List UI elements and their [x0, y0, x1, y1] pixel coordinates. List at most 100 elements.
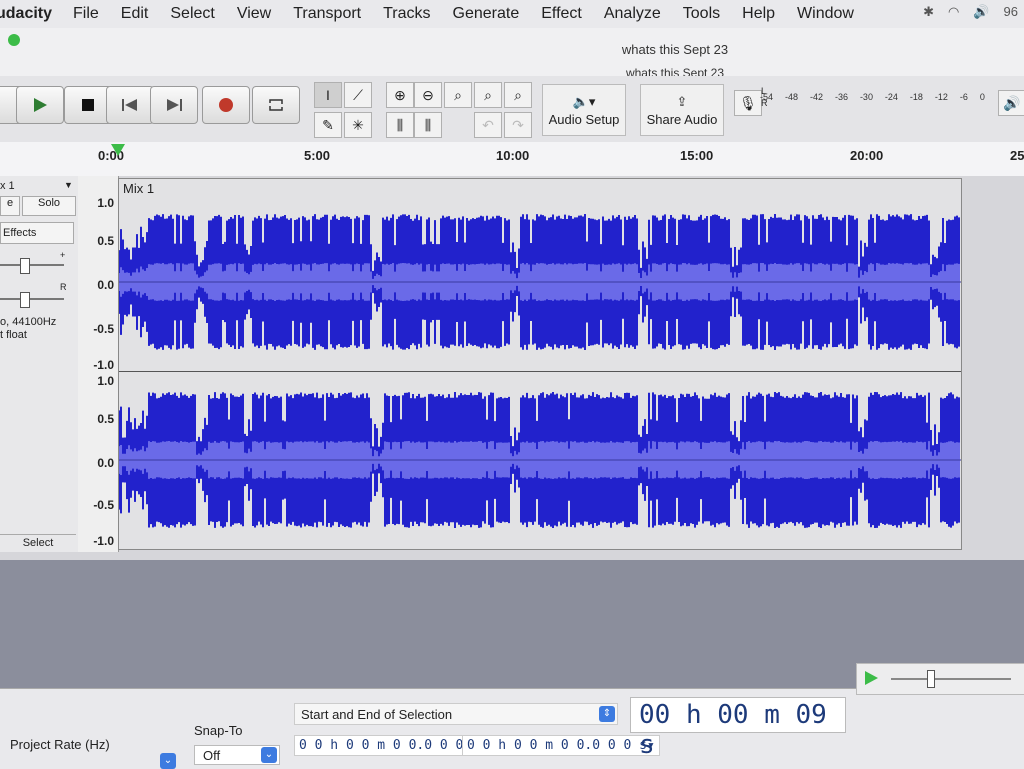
track-name[interactable]: x 1: [0, 180, 15, 192]
pan-slider-thumb[interactable]: [20, 292, 30, 308]
chevron-updown-icon: ⇕: [599, 706, 615, 722]
menu-edit[interactable]: Edit: [110, 5, 160, 23]
audio-setup-button[interactable]: 🔈▾ Audio Setup: [542, 84, 626, 136]
menu-help[interactable]: Help: [731, 5, 786, 23]
loop-icon: [269, 99, 283, 111]
ruler-tick: 15:00: [680, 148, 714, 163]
draw-tool[interactable]: ✎: [314, 112, 342, 138]
envelope-tool[interactable]: ⟋: [344, 82, 372, 108]
pan-right-label: R: [60, 282, 67, 292]
gain-plus-label: +: [60, 250, 66, 260]
play-at-speed-toolbar: [856, 663, 1024, 695]
menu-transport[interactable]: Transport: [282, 5, 372, 23]
mute-button[interactable]: e: [0, 196, 20, 216]
zoom-in-button[interactable]: ⊕: [386, 82, 414, 108]
silence-button[interactable]: ⫼: [414, 112, 442, 138]
track-info-format: t float: [0, 329, 27, 341]
audio-clip[interactable]: Mix 1: [118, 178, 962, 550]
speed-slider[interactable]: [891, 678, 1011, 680]
zoom-fit-icon: ⌕: [484, 86, 492, 103]
scale-label: 1.0: [97, 196, 114, 210]
scale-label: 0.0: [97, 278, 114, 292]
solo-button[interactable]: Solo: [22, 196, 76, 216]
selection-end-time[interactable]: 0 0 h 0 0 m 0 0.0 0 0 s▾: [462, 735, 660, 756]
track-menu-arrow-icon[interactable]: ▼: [64, 180, 73, 190]
timeline-ruler[interactable]: 0:00 5:00 10:00 15:00 20:00 25: [0, 142, 1024, 177]
gain-slider[interactable]: [0, 264, 64, 266]
skip-start-button[interactable]: [106, 86, 154, 124]
zoom-in-icon: ⊕: [394, 86, 406, 103]
skip-end-icon: [167, 99, 182, 111]
stop-button[interactable]: [64, 86, 112, 124]
recording-meter[interactable]: -54 -48 -42 -36 -30 -24 -18 -12 -6 0: [760, 92, 985, 112]
trim-button[interactable]: ⫼: [386, 112, 414, 138]
multi-tool[interactable]: ✳: [344, 112, 372, 138]
bluetooth-icon[interactable]: ✱: [923, 4, 934, 20]
menu-file[interactable]: File: [62, 5, 110, 23]
app-menu[interactable]: udacity: [0, 5, 62, 23]
speaker-meter-icon: 🔊: [1003, 94, 1021, 111]
record-meter-button[interactable]: 🎙: [734, 90, 762, 116]
effects-label: Effects: [3, 227, 37, 239]
zoom-toggle-button[interactable]: ⌕: [504, 82, 532, 108]
select-track-button[interactable]: Select: [0, 534, 76, 551]
zoom-out-icon: ⊖: [422, 86, 434, 103]
menu-view[interactable]: View: [226, 5, 282, 23]
share-audio-button[interactable]: ⇪ Share Audio: [640, 84, 724, 136]
audio-setup-label: Audio Setup: [548, 111, 620, 127]
menu-bar: udacity File Edit Select View Transport …: [0, 0, 1024, 28]
snap-to-select[interactable]: Off ⌄: [194, 745, 280, 765]
scale-label: -0.5: [93, 498, 114, 512]
meter-tick: -54: [760, 92, 774, 102]
playhead-marker-icon[interactable]: [111, 144, 125, 156]
effects-button[interactable]: Effects: [0, 222, 74, 244]
ruler-tick: 5:00: [304, 148, 331, 163]
solo-label: Solo: [37, 197, 61, 209]
meter-tick: -24: [884, 92, 898, 102]
zoom-out-button[interactable]: ⊖: [414, 82, 442, 108]
scale-label: -1.0: [93, 534, 114, 548]
pan-slider[interactable]: [0, 298, 64, 300]
skip-start-icon: [122, 99, 137, 111]
zoom-toggle-icon: ⌕: [514, 86, 522, 103]
play-button[interactable]: [16, 86, 64, 124]
play-at-speed-icon[interactable]: [863, 670, 879, 686]
clip-name[interactable]: Mix 1: [123, 181, 154, 196]
track-info-rate: o, 44100Hz: [0, 316, 57, 328]
gain-slider-thumb[interactable]: [20, 258, 30, 274]
audio-position-display[interactable]: 00 h 00 m 09 s: [630, 697, 846, 760]
menu-tools[interactable]: Tools: [672, 5, 731, 23]
menu-window[interactable]: Window: [786, 5, 865, 23]
undo-button[interactable]: ↶: [474, 112, 502, 138]
undo-icon: ↶: [482, 116, 494, 133]
menu-select[interactable]: Select: [159, 5, 225, 23]
i-beam-icon: I: [326, 87, 330, 103]
wifi-icon[interactable]: ◠: [948, 4, 959, 20]
trim-icon: ⫼: [396, 116, 404, 133]
menu-analyze[interactable]: Analyze: [593, 5, 672, 23]
playback-meter-button[interactable]: 🔊: [998, 90, 1024, 116]
waveform-right-channel[interactable]: [119, 375, 961, 545]
selection-mode-select[interactable]: Start and End of Selection ⇕: [294, 703, 618, 725]
selection-end-value: 0 0 h 0 0 m 0 0.0 0 0 s: [467, 738, 648, 753]
menu-effect[interactable]: Effect: [530, 5, 593, 23]
window-title: whats this Sept 23: [621, 42, 729, 57]
menu-generate[interactable]: Generate: [442, 5, 531, 23]
record-button[interactable]: [202, 86, 250, 124]
fit-selection-button[interactable]: ⌕: [444, 82, 472, 108]
selection-tool[interactable]: I: [314, 82, 342, 108]
loop-button[interactable]: [252, 86, 300, 124]
play-icon: [34, 98, 47, 112]
meter-tick: -48: [784, 92, 798, 102]
menu-tracks[interactable]: Tracks: [372, 5, 441, 23]
fit-project-button[interactable]: ⌕: [474, 82, 502, 108]
speed-slider-thumb[interactable]: [927, 670, 935, 688]
main-toolbar: I ⟋ ✎ ✳ ⊕ ⊖ ⌕ ⌕ ⌕ ⫼ ⫼ ↶ ↷ 🔈▾ Audio Setup…: [0, 76, 1024, 143]
ruler-tick: 10:00: [496, 148, 530, 163]
waveform-left-channel[interactable]: [119, 197, 961, 367]
redo-button[interactable]: ↷: [504, 112, 532, 138]
volume-icon[interactable]: 🔊: [973, 4, 989, 20]
selection-start-value: 0 0 h 0 0 m 0 0.0 0 0 s: [299, 738, 480, 753]
skip-end-button[interactable]: [150, 86, 198, 124]
project-rate-dropdown[interactable]: ⌄: [160, 753, 176, 769]
